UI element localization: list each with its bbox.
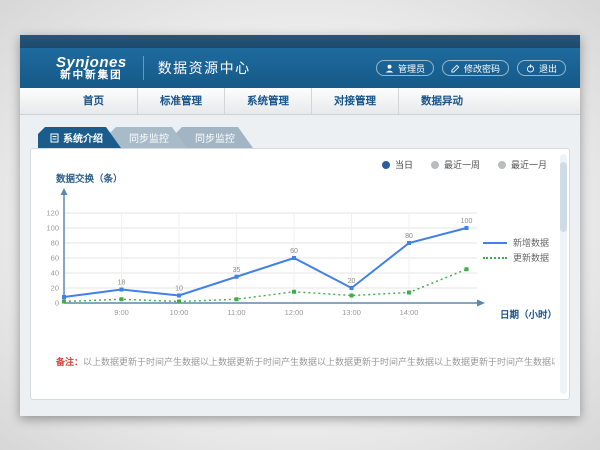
legend-item-update-data: 更新数据 — [483, 250, 549, 265]
power-icon — [526, 64, 535, 73]
document-icon — [50, 133, 59, 143]
y-tick-label: 100 — [46, 224, 59, 233]
change-password-label: 修改密码 — [464, 62, 500, 75]
nav-item-data-change[interactable]: 数据异动 — [398, 88, 485, 114]
data-point — [292, 256, 296, 260]
chart-legend: 新增数据 更新数据 — [483, 235, 549, 265]
y-axis-arrow — [61, 188, 68, 195]
radio-label: 最近一周 — [444, 158, 480, 171]
logo-subtitle: 新中新集团 — [56, 70, 127, 81]
footnote-prefix: 备注： — [56, 357, 83, 367]
radio-last-month[interactable]: 最近一月 — [498, 158, 547, 171]
page-title: 数据资源中心 — [158, 58, 251, 78]
tab-label: 同步监控 — [129, 130, 169, 145]
data-point — [407, 241, 411, 245]
nav-item-system-mgmt[interactable]: 系统管理 — [224, 88, 311, 114]
content-panel: 当日 最近一周 最近一月 数据交换（条） 0 20 40 60 80 100 120 9:00… — [30, 148, 570, 400]
x-tick-label: 11:00 — [227, 308, 245, 317]
data-point — [292, 290, 296, 294]
data-point — [62, 295, 66, 299]
data-point-label: 60 — [290, 248, 298, 255]
data-point-label: 80 — [405, 233, 413, 240]
header: Synjones 新中新集团 数据资源中心 管理员 修改密码 退出 — [20, 48, 580, 88]
logout-button[interactable]: 退出 — [517, 60, 566, 76]
radio-dot — [431, 161, 439, 169]
tab-label: 系统介绍 — [63, 130, 103, 145]
data-point — [465, 226, 469, 230]
data-point — [465, 267, 469, 271]
data-point — [120, 297, 124, 301]
tab-system-intro[interactable]: 系统介绍 — [38, 127, 121, 148]
x-axis-arrow — [477, 300, 485, 307]
data-point — [62, 300, 66, 304]
x-tick-label: 12:00 — [285, 308, 304, 317]
admin-label: 管理员 — [398, 62, 425, 75]
user-menu: 管理员 修改密码 退出 — [376, 60, 566, 76]
nav-item-home[interactable]: 首页 — [50, 88, 137, 114]
line-chart: 0 20 40 60 80 100 120 9:00 10:00 11:00 12:00 13:00 1… — [31, 185, 501, 335]
y-tick-label: 80 — [51, 239, 59, 248]
x-axis-label: 日期（小时） — [500, 307, 557, 321]
x-tick-label: 9:00 — [114, 308, 129, 317]
y-tick-label: 60 — [51, 254, 59, 263]
data-point — [120, 288, 124, 292]
logo-wordmark: Synjones — [56, 55, 127, 71]
radio-label: 最近一月 — [511, 158, 547, 171]
tab-bar: 系统介绍 同步监控 同步监控 — [38, 127, 241, 148]
x-tick-label: 10:00 — [170, 308, 189, 317]
y-tick-label: 40 — [51, 269, 59, 278]
footnote: 备注：以上数据更新于时间产生数据以上数据更新于时间产生数据以上数据更新于时间产生… — [56, 355, 555, 368]
time-range-filter: 当日 最近一周 最近一月 — [382, 158, 547, 171]
nav-item-standard-mgmt[interactable]: 标准管理 — [137, 88, 224, 114]
admin-button[interactable]: 管理员 — [376, 60, 434, 76]
data-point-label: 20 — [348, 278, 356, 285]
edit-icon — [451, 64, 460, 73]
x-tick-label: 13:00 — [342, 308, 361, 317]
app-window: Synjones 新中新集团 数据资源中心 管理员 修改密码 退出 首页 标准管… — [20, 35, 580, 416]
main-nav: 首页 标准管理 系统管理 对接管理 数据异动 — [20, 88, 580, 115]
legend-label: 新增数据 — [513, 236, 549, 249]
legend-label: 更新数据 — [513, 251, 549, 264]
tab-label: 同步监控 — [195, 130, 235, 145]
data-point — [235, 275, 239, 279]
data-point — [177, 300, 181, 304]
change-password-button[interactable]: 修改密码 — [442, 60, 509, 76]
legend-item-new-data: 新增数据 — [483, 235, 549, 250]
company-logo: Synjones 新中新集团 — [56, 55, 127, 82]
data-point — [350, 286, 354, 290]
data-point — [407, 291, 411, 295]
data-point — [235, 297, 239, 301]
tab-sync-monitor-2[interactable]: 同步监控 — [175, 127, 253, 148]
y-tick-label: 20 — [51, 284, 59, 293]
data-point-label: 18 — [118, 280, 126, 287]
logout-label: 退出 — [539, 62, 557, 75]
tab-sync-monitor-1[interactable]: 同步监控 — [109, 127, 187, 148]
radio-label: 当日 — [395, 158, 413, 171]
top-strip — [20, 35, 580, 48]
nav-item-interface-mgmt[interactable]: 对接管理 — [311, 88, 398, 114]
legend-line-sample-green — [483, 257, 507, 259]
radio-dot — [498, 161, 506, 169]
radio-last-week[interactable]: 最近一周 — [431, 158, 480, 171]
legend-line-sample-blue — [483, 242, 507, 244]
scrollbar[interactable] — [560, 154, 567, 394]
header-divider — [143, 56, 144, 80]
data-point-label: 10 — [175, 286, 183, 293]
data-point — [350, 294, 354, 298]
scrollbar-thumb[interactable] — [560, 162, 567, 232]
y-axis-label: 数据交换（条） — [56, 171, 123, 185]
data-point — [177, 294, 181, 298]
data-point-label: 100 — [461, 218, 473, 225]
y-tick-label: 120 — [46, 209, 59, 218]
radio-dot — [382, 161, 390, 169]
user-icon — [385, 64, 394, 73]
y-tick-label: 0 — [55, 299, 59, 308]
data-point-label: 35 — [233, 267, 241, 274]
radio-today[interactable]: 当日 — [382, 158, 413, 171]
footnote-text: 以上数据更新于时间产生数据以上数据更新于时间产生数据以上数据更新于时间产生数据以… — [83, 357, 555, 367]
x-tick-label: 14:00 — [400, 308, 419, 317]
